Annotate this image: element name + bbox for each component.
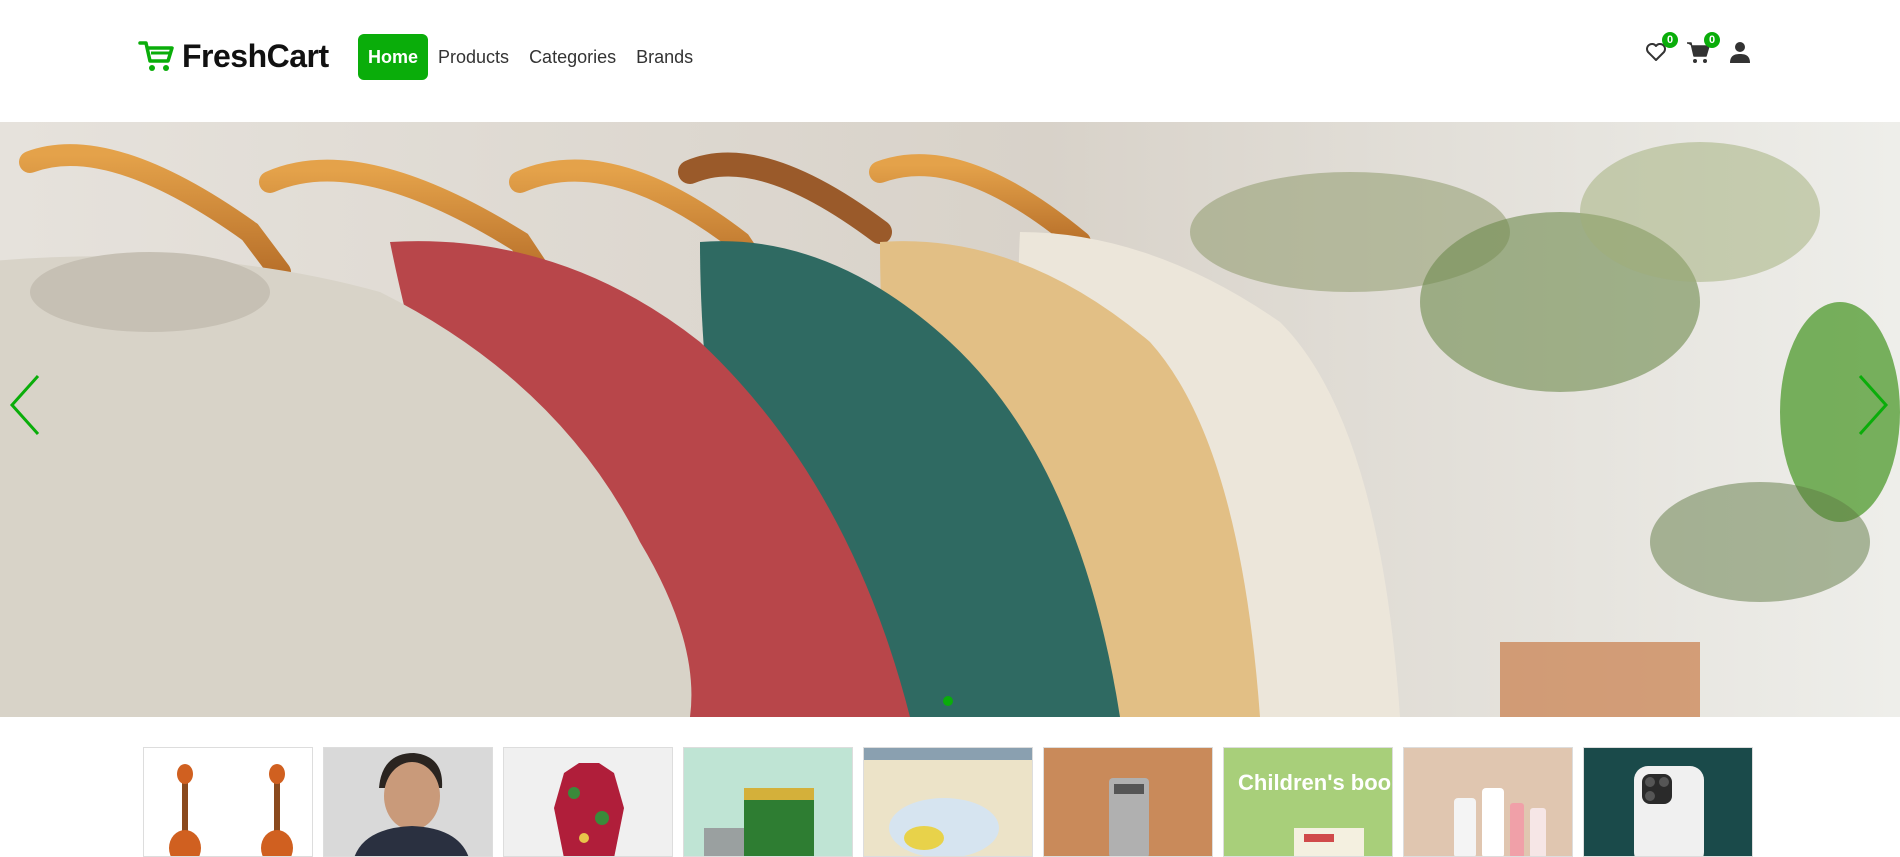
- category-card-music[interactable]: [143, 747, 313, 857]
- category-card-men[interactable]: [323, 747, 493, 857]
- category-slider: Children's books: [143, 747, 1753, 857]
- category-image-groceries: [684, 748, 852, 856]
- nav-link-brands[interactable]: Brands: [626, 34, 703, 80]
- account-button[interactable]: [1728, 40, 1752, 64]
- brand-logo[interactable]: FreshCart: [138, 36, 329, 76]
- cart-logo-icon: [138, 41, 174, 71]
- hero-slider: [0, 122, 1900, 717]
- category-image-phone: [1584, 748, 1752, 856]
- brand-name: FreshCart: [182, 37, 329, 74]
- slide-image-sweaters: [0, 122, 1900, 717]
- category-card-baby[interactable]: [863, 747, 1033, 857]
- slider-next-arrow-icon[interactable]: [1852, 370, 1892, 440]
- category-image-baby-products: [864, 748, 1032, 856]
- nav-links: Home Products Categories Brands: [358, 34, 703, 80]
- category-card-books[interactable]: Children's books: [1223, 747, 1393, 857]
- category-card-supermarket[interactable]: [683, 747, 853, 857]
- category-image-guitars: [144, 748, 312, 856]
- category-image-books: [1224, 748, 1392, 856]
- category-card-women[interactable]: [503, 747, 673, 857]
- category-card-books-label: Children's books: [1238, 770, 1392, 795]
- navbar: FreshCart Home Products Categories Brand…: [0, 0, 1900, 122]
- wishlist-count-badge: 0: [1662, 32, 1678, 48]
- category-image-appliance: [1044, 748, 1212, 856]
- nav-link-categories[interactable]: Categories: [519, 34, 626, 80]
- cart-count-badge: 0: [1704, 32, 1720, 48]
- category-card-beauty[interactable]: [1403, 747, 1573, 857]
- category-image-dress: [504, 748, 672, 856]
- user-icon: [1730, 42, 1750, 63]
- category-image-cosmetics: [1404, 748, 1572, 856]
- category-card-home[interactable]: [1043, 747, 1213, 857]
- category-image-man: [324, 748, 492, 856]
- wishlist-button[interactable]: 0: [1644, 32, 1678, 64]
- slider-prev-arrow-icon[interactable]: [6, 370, 46, 440]
- category-card-mobiles[interactable]: [1583, 747, 1753, 857]
- nav-link-products[interactable]: Products: [428, 34, 519, 80]
- slider-dot-active[interactable]: [943, 696, 953, 706]
- nav-link-home[interactable]: Home: [358, 34, 429, 80]
- nav-icons: 0 0: [1644, 32, 1752, 64]
- cart-button[interactable]: 0: [1686, 32, 1720, 64]
